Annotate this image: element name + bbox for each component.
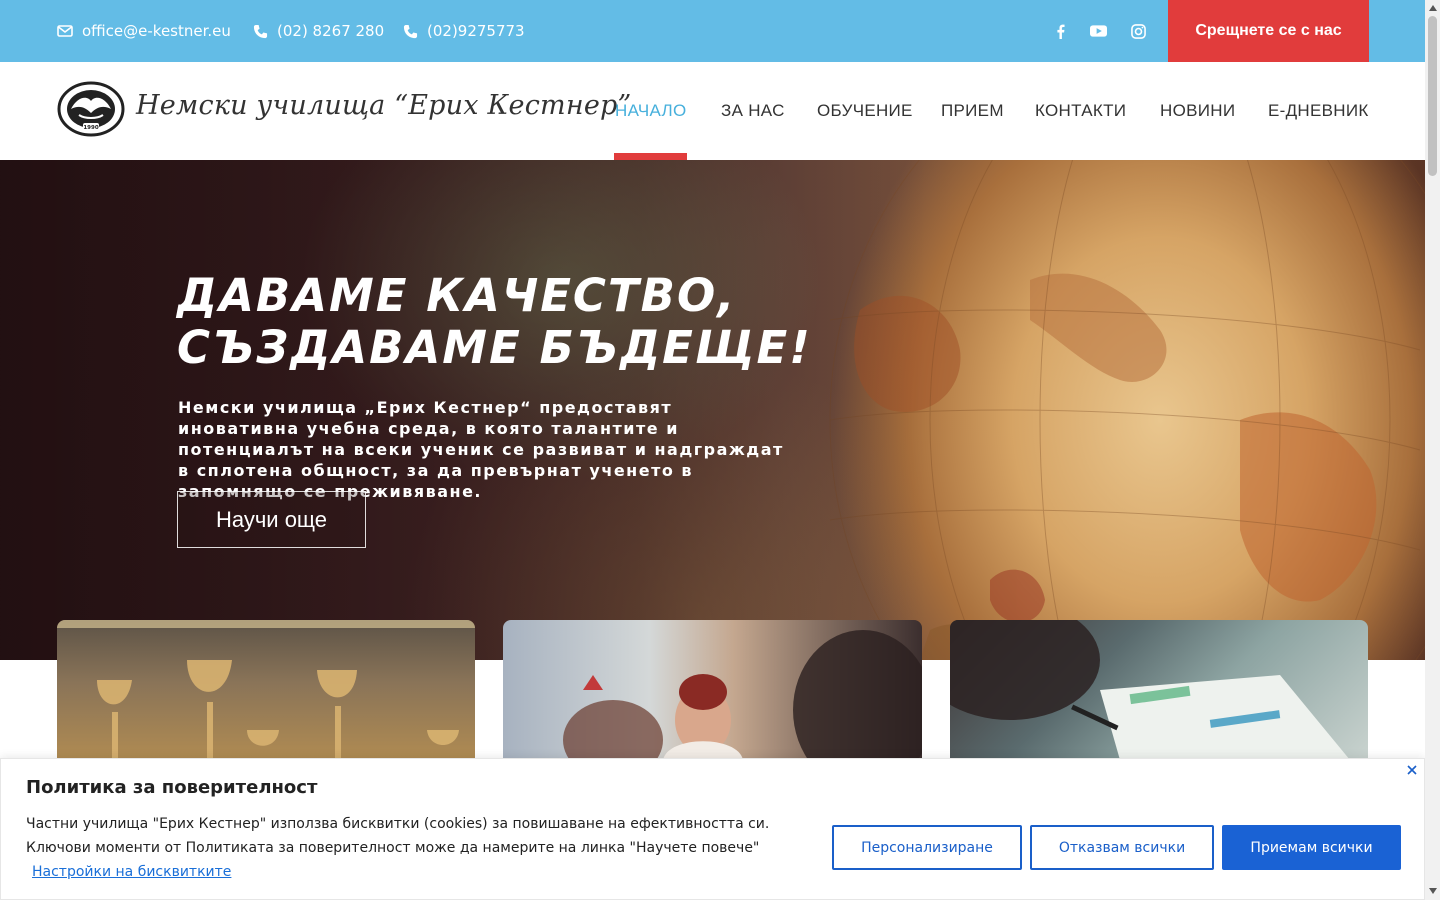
cookie-description: Частни училища "Ерих Кестнер" използва б…	[26, 816, 770, 856]
cookie-text: Частни училища "Ерих Кестнер" използва б…	[26, 812, 786, 884]
nav-e-diary[interactable]: Е-ДНЕВНИК	[1268, 62, 1369, 160]
studying-image	[950, 620, 1350, 760]
facebook-link[interactable]	[1048, 19, 1072, 43]
teacher-image	[563, 630, 922, 760]
customize-cookies-button[interactable]: Персонализиране	[832, 825, 1022, 870]
school-name-logo[interactable]: Немски училища “Ерих Кестнер”	[136, 90, 632, 121]
hero-description: Немски училища „Ерих Кестнер“ предоставя…	[178, 398, 784, 501]
nav-contacts[interactable]: КОНТАКТИ	[1035, 62, 1126, 160]
top-bar: office@e-kestner.eu (02) 8267 280 (02)92…	[0, 0, 1425, 62]
cookie-title: Политика за поверителност	[26, 777, 318, 798]
page-scrollbar[interactable]	[1425, 0, 1440, 900]
nav-admission[interactable]: ПРИЕМ	[941, 62, 1004, 160]
phone-contact-2[interactable]: (02)9275773	[403, 0, 525, 62]
active-nav-indicator	[614, 153, 687, 160]
site-header: 1990 Немски училища “Ерих Кестнер” НАЧАЛ…	[0, 62, 1425, 160]
facebook-icon	[1056, 24, 1065, 39]
phone-text-2[interactable]: (02)9275773	[427, 22, 525, 40]
accept-all-button[interactable]: Приемам всички	[1222, 825, 1401, 870]
feature-card-trophies[interactable]	[57, 620, 475, 760]
learn-more-button[interactable]: Научи още	[177, 491, 366, 548]
school-emblem-logo[interactable]: 1990	[57, 81, 125, 137]
envelope-icon	[57, 25, 73, 37]
nav-news[interactable]: НОВИНИ	[1160, 62, 1235, 160]
feature-card-studying[interactable]	[950, 620, 1368, 760]
meet-us-button[interactable]: Срещнете се с нас	[1168, 0, 1369, 62]
close-icon[interactable]	[1404, 762, 1420, 778]
email-text[interactable]: office@e-kestner.eu	[82, 22, 231, 40]
email-contact[interactable]: office@e-kestner.eu	[57, 0, 231, 62]
trophies-image	[57, 620, 475, 760]
nav-home[interactable]: НАЧАЛО	[615, 62, 687, 160]
phone-contact-1[interactable]: (02) 8267 280	[253, 0, 384, 62]
reject-all-button[interactable]: Отказвам всички	[1030, 825, 1214, 870]
hero-banner: ДАВАМЕ КАЧЕСТВО, СЪЗДАВАМЕ БЪДЕЩЕ! Немск…	[0, 160, 1425, 660]
youtube-link[interactable]	[1086, 19, 1110, 43]
instagram-icon	[1130, 23, 1146, 39]
cookie-consent-banner: Политика за поверителност Частни училища…	[0, 758, 1425, 900]
hero-title-line-1: ДАВАМЕ КАЧЕСТВО,	[177, 269, 737, 322]
phone-icon	[253, 24, 268, 38]
hero-title: ДАВАМЕ КАЧЕСТВО, СЪЗДАВАМЕ БЪДЕЩЕ!	[177, 270, 817, 374]
feature-card-teacher[interactable]	[503, 620, 922, 760]
emblem-year: 1990	[83, 125, 98, 131]
youtube-icon	[1089, 25, 1107, 37]
instagram-link[interactable]	[1126, 19, 1150, 43]
phone-text-1[interactable]: (02) 8267 280	[277, 22, 384, 40]
scroll-up-arrow-icon[interactable]	[1428, 3, 1437, 13]
nav-education[interactable]: ОБУЧЕНИЕ	[817, 62, 913, 160]
nav-about[interactable]: ЗА НАС	[721, 62, 785, 160]
cookie-settings-link[interactable]: Настройки на бисквитките	[32, 864, 231, 880]
scrollbar-thumb[interactable]	[1428, 16, 1437, 176]
phone-icon	[403, 24, 418, 38]
scroll-down-arrow-icon[interactable]	[1428, 886, 1437, 896]
hero-title-line-2: СЪЗДАВАМЕ БЪДЕЩЕ!	[177, 321, 812, 374]
